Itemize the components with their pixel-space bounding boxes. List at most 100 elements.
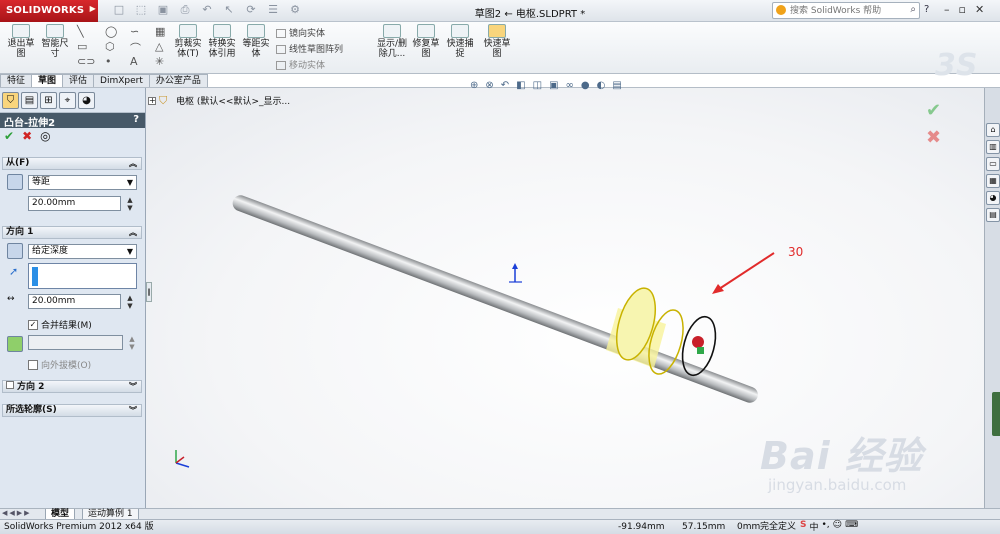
- confirm-cancel-icon[interactable]: ✖: [926, 127, 946, 148]
- from-group-header[interactable]: 从(F) ︽: [2, 157, 142, 170]
- linear-pattern-button[interactable]: 线性草图阵列: [276, 42, 343, 55]
- offset-entities-button[interactable]: 等距实体: [242, 24, 270, 59]
- undo-icon[interactable]: ↶: [198, 3, 216, 19]
- tab-evaluate[interactable]: 评估: [62, 74, 95, 88]
- confirm-ok-icon[interactable]: ✔: [926, 100, 946, 121]
- feature-tree-root[interactable]: 电枢 (默认<<默认>_显示...: [176, 94, 290, 107]
- display-manager-icon[interactable]: ◕: [78, 91, 95, 109]
- draft-angle-stepper[interactable]: ▲ ▼: [127, 335, 137, 351]
- cancel-icon[interactable]: ✖: [22, 129, 32, 144]
- point-icon[interactable]: •: [105, 55, 112, 68]
- options-icon[interactable]: ⚙: [286, 3, 304, 19]
- slot-icon[interactable]: ⊂⊃: [77, 55, 95, 68]
- depth-input[interactable]: 20.00mm: [28, 294, 121, 309]
- convert-entities-button[interactable]: 转换实体引用: [206, 24, 238, 59]
- ime-language[interactable]: 中: [809, 520, 818, 533]
- home-icon[interactable]: ⌂: [986, 123, 1000, 137]
- restore-icon[interactable]: ▫: [959, 3, 966, 16]
- view-settings-icon[interactable]: ▤: [612, 80, 621, 91]
- grid-icon[interactable]: ▦: [155, 25, 165, 38]
- minimize-icon[interactable]: –: [944, 3, 950, 16]
- direction1-group-header[interactable]: 方向 1 ︽: [2, 226, 142, 239]
- search-icon[interactable]: ⌕: [910, 4, 916, 15]
- ime-logo[interactable]: S: [800, 520, 806, 533]
- feature-tree-flyout[interactable]: + ⛉ 电枢 (默认<<默认>_显示...: [148, 94, 290, 107]
- repair-sketch-button[interactable]: 修复草图: [412, 24, 440, 59]
- rectangle-icon[interactable]: ▭: [77, 40, 87, 53]
- tab-office-products[interactable]: 办公室产品: [148, 74, 208, 88]
- display-style-icon[interactable]: ▣: [549, 80, 558, 91]
- panel-splitter-handle[interactable]: ‖: [146, 282, 152, 302]
- ok-icon[interactable]: ✔: [4, 129, 14, 144]
- file-properties-icon[interactable]: ☰: [264, 3, 282, 19]
- file-explorer-icon[interactable]: ▭: [986, 157, 1000, 171]
- text-icon[interactable]: A: [130, 55, 138, 68]
- expand-icon[interactable]: +: [148, 96, 156, 105]
- keyboard-icon[interactable]: ⌨: [845, 520, 858, 533]
- direction2-group-header[interactable]: 方向 2 ︾: [2, 380, 142, 393]
- open-document-icon[interactable]: ⬚: [132, 3, 150, 19]
- arc-icon[interactable]: ∽: [130, 25, 139, 38]
- select-icon[interactable]: ↖: [220, 3, 238, 19]
- view-palette-icon[interactable]: ▦: [986, 174, 1000, 188]
- help-icon[interactable]: ?: [924, 4, 929, 15]
- emoji-icon[interactable]: ☺: [833, 520, 842, 533]
- zoom-to-area-icon[interactable]: ⊗: [485, 80, 493, 91]
- detailed-preview-icon[interactable]: ◎: [40, 129, 50, 144]
- draft-icon[interactable]: [7, 336, 23, 352]
- design-library-icon[interactable]: ▥: [986, 140, 1000, 154]
- tab-dimxpert[interactable]: DimXpert: [93, 74, 150, 88]
- help-search-input[interactable]: [790, 4, 890, 17]
- from-offset-stepper[interactable]: ▲ ▼: [125, 196, 135, 212]
- polygon-icon[interactable]: ⬡: [105, 40, 115, 53]
- rebuild-icon[interactable]: ⟳: [242, 3, 260, 19]
- tab-sketch[interactable]: 草图: [31, 74, 64, 88]
- mirror-entities-button[interactable]: 镜向实体: [276, 26, 325, 39]
- circle-icon[interactable]: ◯: [105, 25, 117, 38]
- plane-icon[interactable]: ✳: [155, 55, 164, 68]
- zoom-to-fit-icon[interactable]: ⊕: [470, 80, 478, 91]
- previous-view-icon[interactable]: ↶: [501, 80, 509, 91]
- depth-stepper[interactable]: ▲ ▼: [125, 294, 135, 310]
- draft-angle-input[interactable]: [28, 335, 123, 350]
- dimxpert-manager-icon[interactable]: ⌖: [59, 91, 76, 109]
- smart-dimension-button[interactable]: 智能尺寸: [40, 24, 70, 59]
- new-document-icon[interactable]: □: [110, 3, 128, 19]
- end-condition-select[interactable]: 给定深度 ▼: [28, 244, 137, 259]
- fillet-icon[interactable]: △: [155, 40, 163, 53]
- help-button[interactable]: ?: [133, 114, 139, 125]
- tab-features[interactable]: 特征: [0, 74, 33, 88]
- print-icon[interactable]: ⎙: [176, 3, 194, 19]
- direction-vector-selection-box[interactable]: [28, 263, 137, 289]
- help-search[interactable]: ⌕: [772, 2, 920, 19]
- from-selection-icon[interactable]: [7, 174, 23, 190]
- punctuation-icon[interactable]: •,: [822, 520, 830, 533]
- tab-nav-arrows-icon[interactable]: ◀◀▶▶: [2, 509, 32, 517]
- draft-outward-checkbox[interactable]: 向外拔模(O): [28, 358, 91, 371]
- apply-scene-icon[interactable]: ◐: [597, 80, 606, 91]
- from-offset-input[interactable]: 20.00mm: [28, 196, 121, 211]
- save-icon[interactable]: ▣: [154, 3, 172, 19]
- task-pane-tab[interactable]: [992, 392, 1000, 436]
- custom-properties-icon[interactable]: ▤: [986, 208, 1000, 222]
- exit-sketch-button[interactable]: 退出草图: [6, 24, 36, 59]
- section-view-icon[interactable]: ◧: [516, 80, 525, 91]
- spline-icon[interactable]: ⌒: [130, 40, 141, 56]
- line-icon[interactable]: ╲: [77, 25, 84, 38]
- selected-contours-group-header[interactable]: 所选轮廓(S) ︾: [2, 404, 142, 417]
- merge-result-checkbox[interactable]: ✓ 合并结果(M): [28, 318, 92, 331]
- shaft-body[interactable]: [230, 193, 760, 405]
- from-type-select[interactable]: 等距 ▼: [28, 175, 137, 190]
- hide-show-items-icon[interactable]: ∞: [566, 80, 574, 91]
- close-icon[interactable]: ✕: [975, 3, 984, 16]
- quick-snaps-button[interactable]: 快速捕捉: [446, 24, 474, 59]
- configuration-manager-icon[interactable]: ⊞: [40, 91, 57, 109]
- solidworks-logo[interactable]: SOLIDWORKS ▶: [0, 0, 98, 22]
- feature-manager-icon[interactable]: ⛉: [2, 91, 19, 109]
- trim-entities-button[interactable]: 剪裁实体(T): [174, 24, 202, 59]
- rapid-sketch-button[interactable]: 快速草图: [482, 24, 512, 59]
- property-manager-icon[interactable]: ▤: [21, 91, 38, 109]
- display-delete-relations-button[interactable]: 显示/删除几...: [374, 24, 410, 59]
- reverse-direction-icon[interactable]: [7, 243, 23, 259]
- direction2-checkbox[interactable]: [6, 381, 14, 389]
